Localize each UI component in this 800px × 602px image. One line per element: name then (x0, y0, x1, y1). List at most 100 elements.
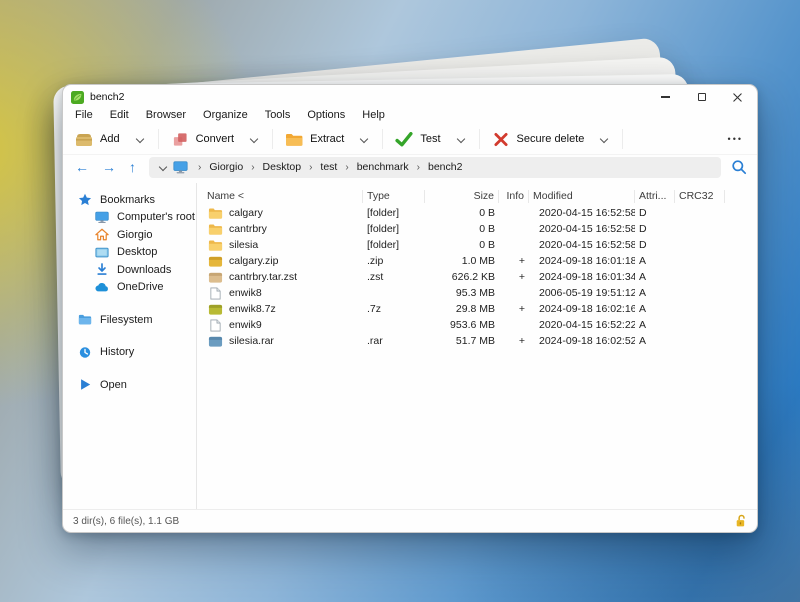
file-icon (208, 287, 223, 300)
column-attributes[interactable]: Attri... (635, 190, 675, 203)
navigation-bar: ← → ↑ › Giorgio › Desktop › test › bench… (63, 155, 757, 183)
menu-item[interactable]: Help (362, 109, 385, 121)
column-type[interactable]: Type (363, 190, 425, 203)
breadcrumb-item[interactable]: Giorgio (209, 161, 243, 173)
back-button[interactable]: ← (75, 160, 89, 174)
file-info: + (499, 255, 529, 267)
column-size[interactable]: Size (425, 190, 499, 203)
table-row[interactable]: calgary.zip .zip 1.0 MB + 2024-09-18 16:… (203, 253, 757, 269)
column-modified[interactable]: Modified (529, 190, 635, 203)
file-size: 1.0 MB (425, 255, 499, 267)
menu-bar: File Edit Browser Organize Tools Options Help (63, 106, 757, 124)
table-row[interactable]: enwik8.7z .7z 29.8 MB + 2024-09-18 16:02… (203, 301, 757, 317)
column-info[interactable]: Info (499, 190, 529, 203)
sidebar-bookmark-item[interactable]: Computer's root (78, 209, 196, 226)
computer-icon[interactable] (173, 161, 188, 174)
file-modified: 2024-09-18 16:02:52 (529, 335, 635, 347)
sidebar-bookmark-item[interactable]: Downloads (78, 261, 196, 278)
breadcrumb-item[interactable]: Desktop (263, 161, 302, 173)
window-title: bench2 (90, 91, 124, 103)
secure-delete-icon (492, 132, 510, 147)
breadcrumb-item[interactable]: test (320, 161, 337, 173)
toolbar-button[interactable]: Test (387, 127, 446, 151)
more-options-button[interactable]: ••• (724, 132, 747, 146)
chevron-down-icon[interactable] (457, 135, 465, 143)
column-crc32[interactable]: CRC32 (675, 190, 725, 203)
sidebar-bookmark-item[interactable]: Desktop (78, 244, 196, 261)
menu-item[interactable]: Browser (146, 109, 186, 121)
menu-item[interactable]: File (75, 109, 93, 121)
star-icon (78, 193, 92, 206)
file-icon (208, 319, 223, 332)
lock-open-icon[interactable] (735, 514, 747, 528)
table-row[interactable]: cantrbry.tar.zst .zst 626.2 KB + 2024-09… (203, 269, 757, 285)
computer-icon (95, 211, 109, 224)
folder-icon (208, 207, 223, 220)
extract-folder-icon (285, 132, 303, 147)
chevron-down-icon[interactable] (360, 135, 368, 143)
rar-archive-icon (208, 335, 223, 348)
sidebar-bookmark-item[interactable]: Giorgio (78, 226, 196, 243)
sidebar: Bookmarks Computer's root Giorgio (63, 183, 197, 509)
breadcrumb[interactable]: › Giorgio › Desktop › test › benchmark ›… (149, 157, 721, 178)
zst-archive-icon (208, 271, 223, 284)
menu-item[interactable]: Tools (265, 109, 291, 121)
file-name: enwik8.7z (229, 303, 276, 315)
maximize-button[interactable] (696, 92, 707, 103)
chevron-down-icon[interactable] (159, 163, 167, 171)
peazip-window: bench2 File Edit Browser Organize Tools Optio… (62, 84, 758, 533)
file-type: .zst (363, 271, 425, 283)
file-name: calgary.zip (229, 255, 278, 267)
table-row[interactable]: enwik8 95.3 MB 2006-05-19 19:51:12 A (203, 285, 757, 301)
sidebar-spacer (78, 296, 196, 311)
menu-item[interactable]: Edit (110, 109, 129, 121)
chevron-down-icon[interactable] (250, 135, 258, 143)
breadcrumb-separator: › (198, 162, 201, 173)
table-row[interactable]: cantrbry [folder] 0 B 2020-04-15 16:52:5… (203, 221, 757, 237)
table-header[interactable]: Name < Type Size Info Modified Attri... … (203, 188, 757, 205)
file-modified: 2020-04-15 16:52:58 (529, 223, 635, 235)
file-attributes: A (635, 271, 675, 283)
sidebar-section[interactable]: Open (78, 376, 196, 393)
menu-item[interactable]: Organize (203, 109, 248, 121)
up-button[interactable]: ↑ (129, 160, 136, 174)
menu-item[interactable]: Options (307, 109, 345, 121)
forward-button[interactable]: → (102, 160, 116, 174)
sidebar-item-bookmarks[interactable]: Bookmarks (78, 191, 196, 208)
breadcrumb-item[interactable]: benchmark (357, 161, 409, 173)
breadcrumb-separator: › (309, 162, 312, 173)
toolbar-button[interactable]: Extract (277, 127, 350, 151)
file-attributes: A (635, 303, 675, 315)
chevron-down-icon[interactable] (600, 135, 608, 143)
breadcrumb-item[interactable]: bench2 (428, 161, 462, 173)
title-bar[interactable]: bench2 (63, 85, 757, 106)
toolbar-button[interactable]: Convert (163, 127, 241, 151)
sidebar-section[interactable]: History (78, 344, 196, 361)
play-icon (78, 378, 92, 391)
table-row[interactable]: silesia [folder] 0 B 2020-04-15 16:52:58… (203, 237, 757, 253)
table-row[interactable]: silesia.rar .rar 51.7 MB + 2024-09-18 16… (203, 333, 757, 349)
breadcrumb-separator: › (417, 162, 420, 173)
table-row[interactable]: enwik9 953.6 MB 2020-04-15 16:52:22 A (203, 317, 757, 333)
file-attributes: D (635, 223, 675, 235)
toolbar-button[interactable]: Secure delete (484, 127, 591, 151)
close-button[interactable] (732, 92, 743, 103)
toolbar-separator (479, 129, 480, 149)
status-bar: 3 dir(s), 6 file(s), 1.1 GB (63, 509, 757, 532)
file-attributes: A (635, 319, 675, 331)
column-name[interactable]: Name < (203, 190, 363, 203)
sidebar-section[interactable]: Filesystem (78, 311, 196, 328)
toolbar-button[interactable]: Add (67, 127, 126, 151)
minimize-button[interactable] (660, 92, 671, 103)
file-name: silesia.rar (229, 335, 274, 347)
zip-archive-icon (208, 255, 223, 268)
table-row[interactable]: calgary [folder] 0 B 2020-04-15 16:52:58… (203, 205, 757, 221)
sidebar-bookmark-item[interactable]: OneDrive (78, 279, 196, 296)
search-icon[interactable] (731, 159, 747, 175)
chevron-down-icon[interactable] (136, 135, 144, 143)
file-attributes: A (635, 287, 675, 299)
file-modified: 2024-09-18 16:01:34 (529, 271, 635, 283)
file-name: silesia (229, 239, 258, 251)
home-icon (95, 228, 109, 241)
file-info: + (499, 271, 529, 283)
